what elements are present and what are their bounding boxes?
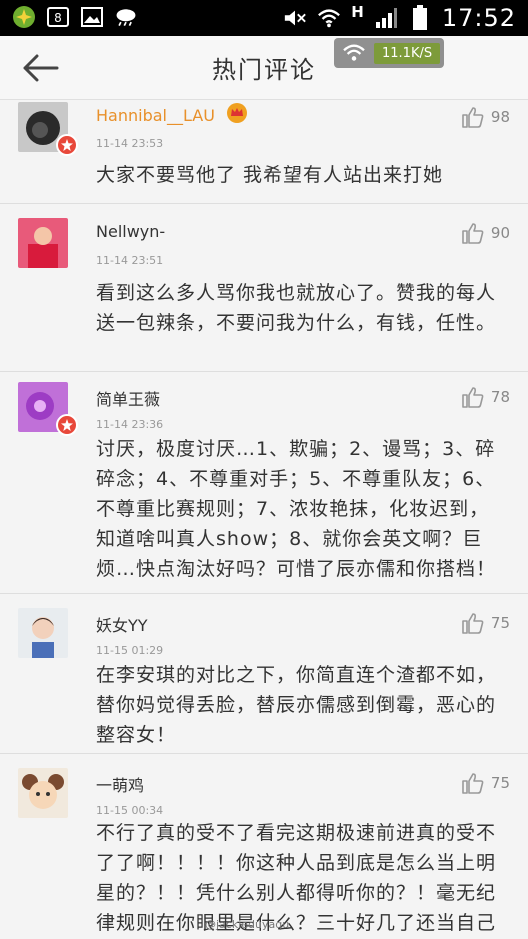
gallery-icon: [80, 6, 104, 28]
comment-item: 一萌鸡 11-15 00:34 75 不行了真的受不了看完这期极速前进真的受不了…: [0, 754, 528, 939]
like-count: 78: [490, 388, 510, 406]
weather-icon: [114, 6, 138, 28]
mute-icon: [283, 7, 307, 29]
username[interactable]: Nellwyn-: [96, 222, 165, 241]
app-header: 热门评论 11.1K/S: [0, 36, 528, 100]
watermark: @jackieduyaqu: [205, 918, 290, 931]
page-title: 热门评论: [212, 56, 316, 84]
clock: 17:52: [441, 4, 516, 32]
username[interactable]: 一萌鸡: [96, 772, 144, 796]
verified-badge-icon: [56, 414, 78, 436]
comment-item: Nellwyn- 11-14 23:51 90 看到这么多人骂你我也就放心了。赞…: [0, 204, 528, 372]
wifi-speed-icon: [343, 44, 365, 61]
status-bar: 8 H 17:52: [0, 0, 528, 36]
avatar[interactable]: [18, 768, 68, 818]
status-icons-right: H 17:52: [283, 3, 516, 32]
comment-item: Hannibal__LAU 11-14 23:53 98 大家不要骂他了 我希望…: [0, 100, 528, 204]
comment-time: 11-14 23:53: [96, 137, 164, 150]
like-count: 98: [490, 108, 510, 126]
thumbs-up-icon: [462, 773, 484, 794]
svg-text:8: 8: [54, 11, 62, 25]
comment-text: 大家不要骂他了 我希望有人站出来打她: [96, 164, 444, 186]
comment-item: 简单王薇 11-14 23:36 78 讨厌，极度讨厌…1、欺骗；2、谩骂；3、…: [0, 372, 528, 594]
like-count: 90: [490, 224, 510, 242]
comment-text: 讨厌，极度讨厌…1、欺骗；2、谩骂；3、碎碎念；4、不尊重对手；5、不尊重队友；…: [96, 438, 497, 580]
comment-time: 11-14 23:36: [96, 418, 164, 431]
signal-icon: [374, 7, 398, 29]
like-button[interactable]: 90: [461, 222, 510, 244]
comment-item: 妖女YY 11-15 01:29 75 在李安琪的对比之下，你简直连个渣都不如，…: [0, 594, 528, 754]
like-button[interactable]: 75: [461, 612, 510, 634]
thumbs-up-icon: [462, 223, 484, 244]
like-button[interactable]: 98: [461, 106, 510, 128]
like-button[interactable]: 78: [461, 386, 510, 408]
battery-icon: [408, 5, 432, 30]
username[interactable]: Hannibal__LAU: [96, 106, 215, 125]
network-speed: 11.1K/S: [374, 42, 441, 64]
like-button[interactable]: 75: [461, 772, 510, 794]
thumbs-up-icon: [462, 613, 484, 634]
like-count: 75: [490, 774, 510, 792]
verified-badge-icon: [56, 134, 78, 156]
comment-time: 11-15 01:29: [96, 644, 164, 657]
avatar[interactable]: [18, 218, 68, 268]
network-speed-overlay: 11.1K/S: [334, 38, 444, 68]
comment-time: 11-14 23:51: [96, 254, 164, 267]
avatar[interactable]: [18, 608, 68, 658]
comment-text: 不行了真的受不了看完这期极速前进真的受不了了啊！！！！你这种人品到底是怎么当上明…: [96, 822, 497, 934]
comment-text: 看到这么多人骂你我也就放心了。赞我的每人送一包辣条，不要问我为什么，有钱，任性。: [96, 282, 497, 334]
app-notification-icon: [12, 6, 36, 28]
username[interactable]: 简单王薇: [96, 386, 160, 410]
status-icons-left: 8: [12, 6, 138, 28]
username[interactable]: 妖女YY: [96, 612, 148, 636]
thumbs-up-icon: [462, 107, 484, 128]
wifi-icon: [317, 7, 341, 29]
thumbs-up-icon: [462, 387, 484, 408]
comment-time: 11-15 00:34: [96, 804, 164, 817]
comment-text: 在李安琪的对比之下，你简直连个渣都不如，替你妈觉得丢脸，替辰亦儒感到倒霉，恶心的…: [96, 664, 497, 746]
like-count: 75: [490, 614, 510, 632]
member-crown-icon: [226, 102, 248, 128]
comment-list: Hannibal__LAU 11-14 23:53 98 大家不要骂他了 我希望…: [0, 100, 528, 939]
sim-icon: 8: [46, 6, 70, 28]
network-type: H: [351, 3, 364, 21]
